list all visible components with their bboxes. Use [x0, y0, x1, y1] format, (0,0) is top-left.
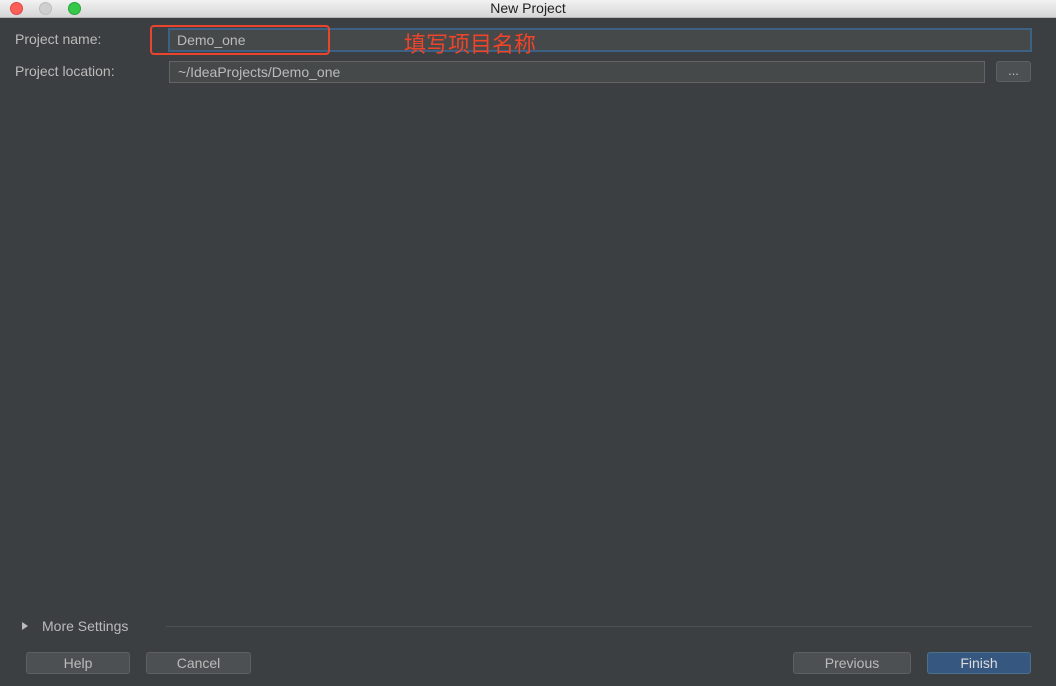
new-project-dialog: New Project Project name: 填写项目名称 Project… — [0, 0, 1056, 686]
previous-button[interactable]: Previous — [793, 652, 911, 674]
help-button[interactable]: Help — [26, 652, 130, 674]
cancel-button[interactable]: Cancel — [146, 652, 251, 674]
project-name-label: Project name: — [15, 31, 102, 47]
more-settings-label: More Settings — [42, 618, 129, 634]
finish-button[interactable]: Finish — [927, 652, 1031, 674]
browse-location-button[interactable]: ... — [996, 61, 1031, 82]
project-name-input[interactable] — [168, 28, 1032, 52]
project-location-input[interactable] — [169, 61, 985, 83]
title-bar: New Project — [0, 0, 1056, 18]
more-settings-toggle[interactable]: More Settings — [22, 617, 128, 635]
separator-line — [166, 626, 1032, 627]
expand-triangle-icon — [22, 622, 28, 630]
project-location-label: Project location: — [15, 63, 115, 79]
window-title: New Project — [490, 0, 566, 16]
